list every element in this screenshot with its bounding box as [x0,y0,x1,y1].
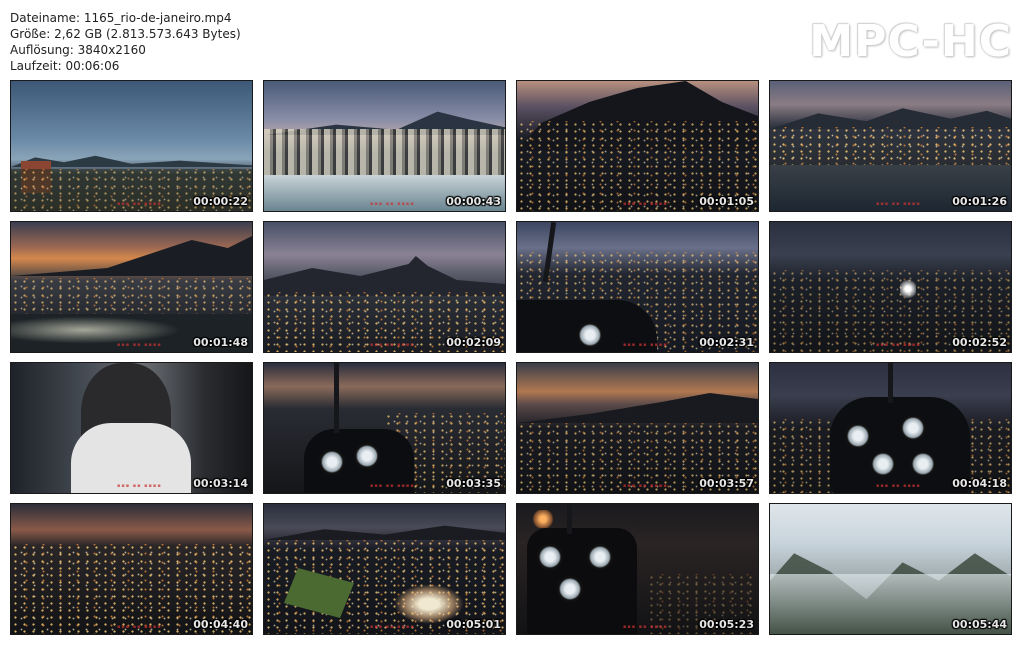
watermark: ▪▪▪ ▪▪ ▪▪▪▪ [370,201,415,207]
watermark: ▪▪▪ ▪▪ ▪▪▪▪ [876,201,921,207]
thumbnail-1[interactable]: ▪▪▪ ▪▪ ▪▪▪▪ 00:00:22 [10,80,253,212]
timestamp-12: 00:04:18 [952,477,1007,490]
timestamp-15: 00:05:23 [699,618,754,631]
resolution-text: Auflösung: 3840x2160 [10,43,146,57]
watermark: ▪▪▪ ▪▪ ▪▪▪▪ [370,483,415,489]
thumbnail-8[interactable]: ▪▪▪ ▪▪ ▪▪▪▪ 00:02:52 [769,221,1012,353]
timestamp-16: 00:05:44 [952,618,1007,631]
timestamp-5: 00:01:48 [193,336,248,349]
thumbnail-4[interactable]: ▪▪▪ ▪▪ ▪▪▪▪ 00:01:26 [769,80,1012,212]
thumbnail-11[interactable]: ▪▪▪ ▪▪ ▪▪▪▪ 00:03:57 [516,362,759,494]
mpc-hc-logo: MPC-HC [809,16,1012,67]
watermark: ▪▪▪ ▪▪ ▪▪▪▪ [623,624,668,630]
thumbnail-13[interactable]: ▪▪▪ ▪▪ ▪▪▪▪ 00:04:40 [10,503,253,635]
timestamp-2: 00:00:43 [446,195,501,208]
timestamp-8: 00:02:52 [952,336,1007,349]
watermark: ▪▪▪ ▪▪ ▪▪▪▪ [117,624,162,630]
watermark: ▪▪▪ ▪▪ ▪▪▪▪ [117,342,162,348]
watermark: ▪▪▪ ▪▪ ▪▪▪▪ [623,483,668,489]
file-info: Dateiname: 1165_rio-de-janeiro.mp4 Größe… [10,10,241,74]
timestamp-3: 00:01:05 [699,195,754,208]
thumbnail-grid: ▪▪▪ ▪▪ ▪▪▪▪ 00:00:22 ▪▪▪ ▪▪ ▪▪▪▪ 00:00:4… [10,80,1012,635]
thumbnail-2[interactable]: ▪▪▪ ▪▪ ▪▪▪▪ 00:00:43 [263,80,506,212]
thumbnail-12[interactable]: ▪▪▪ ▪▪ ▪▪▪▪ 00:04:18 [769,362,1012,494]
timestamp-4: 00:01:26 [952,195,1007,208]
watermark: ▪▪▪ ▪▪ ▪▪▪▪ [623,342,668,348]
thumbnail-15[interactable]: ▪▪▪ ▪▪ ▪▪▪▪ 00:05:23 [516,503,759,635]
watermark: ▪▪▪ ▪▪ ▪▪▪▪ [876,342,921,348]
filesize-text: Größe: 2,62 GB (2.813.573.643 Bytes) [10,27,241,41]
watermark: ▪▪▪ ▪▪ ▪▪▪▪ [370,342,415,348]
timestamp-6: 00:02:09 [446,336,501,349]
thumbnail-10[interactable]: ▪▪▪ ▪▪ ▪▪▪▪ 00:03:35 [263,362,506,494]
thumbnail-9[interactable]: ▪▪▪ ▪▪ ▪▪▪▪ 00:03:14 [10,362,253,494]
watermark: ▪▪▪ ▪▪ ▪▪▪▪ [623,201,668,207]
watermark: ▪▪▪ ▪▪ ▪▪▪▪ [117,483,162,489]
timestamp-14: 00:05:01 [446,618,501,631]
timestamp-1: 00:00:22 [193,195,248,208]
watermark: ▪▪▪ ▪▪ ▪▪▪▪ [876,483,921,489]
watermark: ▪▪▪ ▪▪ ▪▪▪▪ [117,201,162,207]
thumbnail-6[interactable]: ▪▪▪ ▪▪ ▪▪▪▪ 00:02:09 [263,221,506,353]
duration-text: Laufzeit: 00:06:06 [10,59,120,73]
thumbnail-3[interactable]: ▪▪▪ ▪▪ ▪▪▪▪ 00:01:05 [516,80,759,212]
timestamp-11: 00:03:57 [699,477,754,490]
thumbnail-5[interactable]: ▪▪▪ ▪▪ ▪▪▪▪ 00:01:48 [10,221,253,353]
thumbnail-16[interactable]: 00:05:44 [769,503,1012,635]
timestamp-13: 00:04:40 [193,618,248,631]
thumbnail-7[interactable]: ▪▪▪ ▪▪ ▪▪▪▪ 00:02:31 [516,221,759,353]
thumbnail-14[interactable]: ▪▪▪ ▪▪ ▪▪▪▪ 00:05:01 [263,503,506,635]
timestamp-9: 00:03:14 [193,477,248,490]
timestamp-7: 00:02:31 [699,336,754,349]
filename-text: Dateiname: 1165_rio-de-janeiro.mp4 [10,11,232,25]
watermark: ▪▪▪ ▪▪ ▪▪▪▪ [370,624,415,630]
timestamp-10: 00:03:35 [446,477,501,490]
